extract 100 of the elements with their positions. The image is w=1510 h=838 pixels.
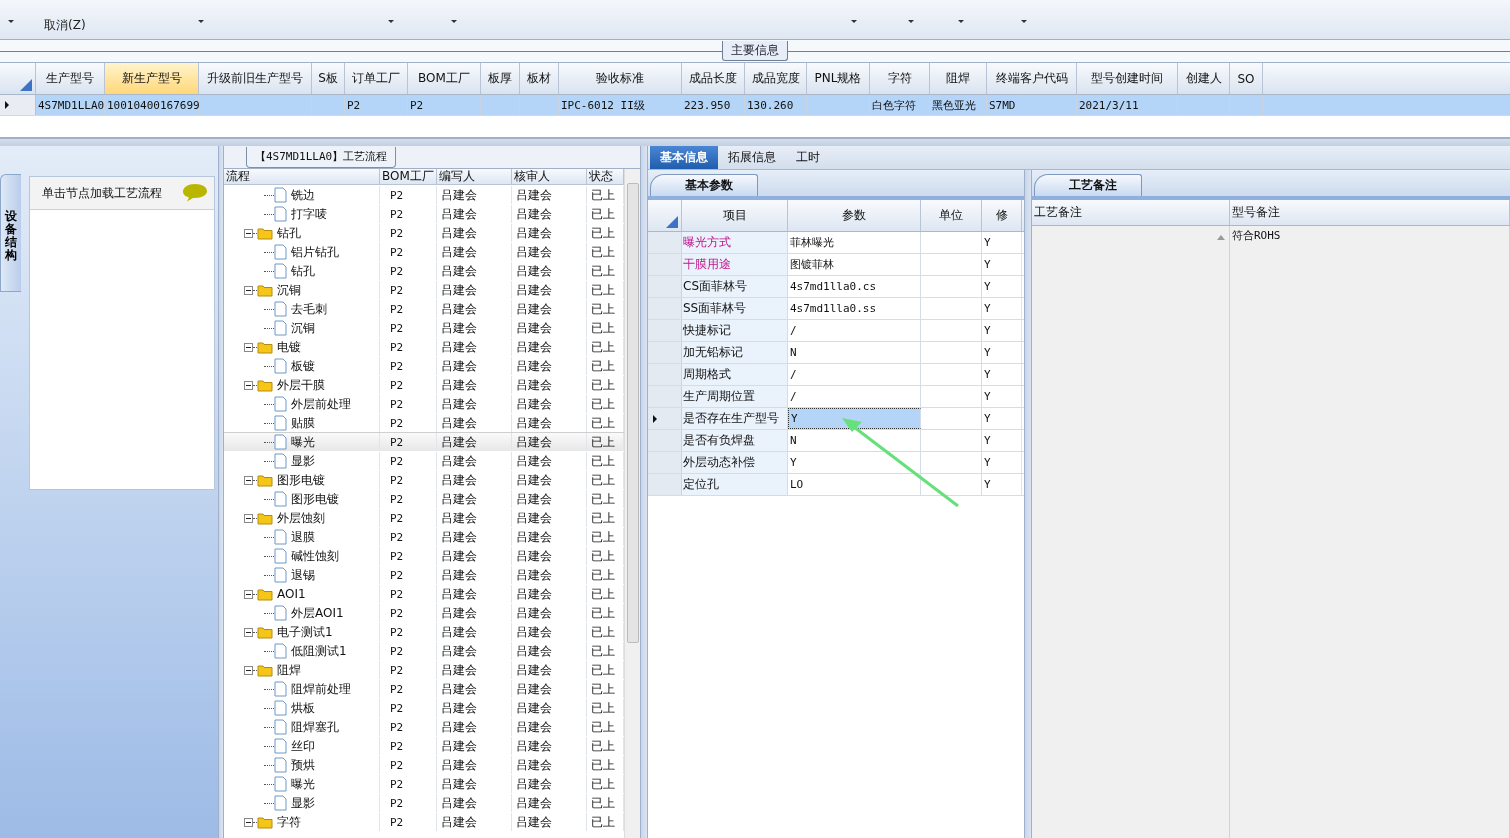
dropdown-caret-icon[interactable] <box>851 20 857 23</box>
table-cell: Y <box>982 430 1022 451</box>
tree-node-label: 钻孔 <box>291 262 315 280</box>
tree-node-label: 烘板 <box>291 699 315 717</box>
tab[interactable]: 基本信息 <box>650 146 718 169</box>
table-cell[interactable]: Y <box>788 408 921 429</box>
document-icon <box>274 415 287 431</box>
column-header[interactable]: 编写人 <box>437 169 512 184</box>
column-header[interactable]: 参数 <box>788 200 921 231</box>
collapse-icon[interactable] <box>244 589 253 599</box>
column-header[interactable]: 成品宽度 <box>745 63 807 94</box>
column-header[interactable]: 创建人 <box>1178 63 1230 94</box>
table-cell: Y <box>982 232 1022 253</box>
column-header[interactable]: 字符 <box>870 63 930 94</box>
dropdown-caret-icon[interactable] <box>908 20 914 23</box>
table-cell[interactable]: 4s7md1lla0.cs <box>788 276 921 297</box>
table-cell[interactable]: 菲林曝光 <box>788 232 921 253</box>
table-cell: 定位孔 <box>682 474 788 495</box>
table-cell[interactable]: 图镀菲林 <box>788 254 921 275</box>
folder-icon <box>257 511 273 525</box>
row-header[interactable] <box>648 408 682 429</box>
collapse-icon[interactable] <box>244 228 253 238</box>
flow-title: 【4S7MD1LLA0】工艺流程 <box>246 147 397 168</box>
column-header[interactable]: S板 <box>312 63 345 94</box>
tree-node-label: 显影 <box>291 452 315 470</box>
tree-node-label: AOI1 <box>277 587 306 601</box>
table-cell: Y <box>982 408 1022 429</box>
scroll-up-icon[interactable] <box>1217 234 1225 240</box>
collapse-icon[interactable] <box>244 285 253 295</box>
sub-tab[interactable]: 工艺备注 <box>1034 174 1142 196</box>
scrollbar[interactable] <box>624 169 640 838</box>
cancel-command[interactable]: 取消(Z) <box>40 17 90 34</box>
tree-node-label: 字符 <box>277 813 301 831</box>
collapse-icon[interactable] <box>244 475 253 485</box>
table-cell: 干膜用途 <box>682 254 788 275</box>
table-cell: P2 <box>408 95 481 115</box>
column-header[interactable]: 终端客户代码 <box>987 63 1077 94</box>
table-cell: 10010400167699 <box>105 95 199 115</box>
table-cell[interactable]: / <box>788 320 921 341</box>
side-tab[interactable]: 设备结构 <box>0 174 21 292</box>
column-header[interactable]: 项目 <box>682 200 788 231</box>
dropdown-caret-icon[interactable] <box>1021 20 1027 23</box>
collapse-icon[interactable] <box>244 627 253 637</box>
collapse-icon[interactable] <box>244 342 253 352</box>
table-cell: Y <box>982 452 1022 473</box>
dropdown-caret-icon[interactable] <box>958 20 964 23</box>
table-cell[interactable]: LO <box>788 474 921 495</box>
document-icon <box>274 491 287 507</box>
sub-tab[interactable]: 基本参数 <box>650 174 758 196</box>
table-cell: 223.950 <box>682 95 745 115</box>
table-cell[interactable]: 4s7md1lla0.ss <box>788 298 921 319</box>
table-cell: P2 <box>380 813 437 831</box>
document-icon <box>274 738 287 754</box>
collapse-icon[interactable] <box>244 817 253 827</box>
tree-node-label: 丝印 <box>291 737 315 755</box>
document-icon <box>274 263 287 279</box>
column-header[interactable]: BOM工厂 <box>380 169 437 184</box>
tree-node-label: 低阻测试1 <box>291 642 347 660</box>
tree-row[interactable]: 曝光 P2 吕建会 吕建会 已上 <box>224 432 624 451</box>
column-header[interactable]: SO <box>1230 63 1263 94</box>
table-cell[interactable]: / <box>788 386 921 407</box>
collapse-icon[interactable] <box>244 380 253 390</box>
collapse-icon[interactable] <box>244 513 253 523</box>
table-cell[interactable]: Y <box>788 452 921 473</box>
dropdown-caret-icon[interactable] <box>388 20 394 23</box>
column-header[interactable]: 订单工厂 <box>345 63 408 94</box>
document-icon <box>274 643 287 659</box>
column-header[interactable]: 阻焊 <box>930 63 987 94</box>
column-header[interactable]: 单位 <box>921 200 982 231</box>
column-header[interactable]: PNL规格 <box>807 63 870 94</box>
column-header[interactable]: 新生产型号 <box>105 63 199 94</box>
dropdown-caret-icon[interactable] <box>451 20 457 23</box>
row-header[interactable] <box>0 95 36 115</box>
folder-icon <box>257 587 273 601</box>
table-cell[interactable]: N <box>788 342 921 363</box>
table-cell[interactable]: / <box>788 364 921 385</box>
tab[interactable]: 拓展信息 <box>718 146 786 169</box>
column-header[interactable]: 流程 <box>224 169 380 184</box>
data-row[interactable]: 4S7MD1LLA0 10010400167699 P2 P2 IPC-6012 II级 223.950 130.260 白色字符 黑色亚光 S7MD 2021/3/11 <box>0 95 1510 116</box>
table-cell: Y <box>982 364 1022 385</box>
dropdown-caret-icon[interactable] <box>8 20 14 23</box>
tab[interactable]: 工时 <box>786 146 830 169</box>
tree-node-label: 铝片钻孔 <box>291 243 339 261</box>
tree-node-label: 去毛刺 <box>291 300 327 318</box>
dropdown-caret-icon[interactable] <box>198 20 204 23</box>
column-header[interactable]: 修 <box>982 200 1022 231</box>
column-header[interactable]: BOM工厂 <box>408 63 481 94</box>
column-header[interactable]: 板材 <box>520 63 559 94</box>
column-header[interactable]: 成品长度 <box>682 63 745 94</box>
column-header[interactable]: 板厚 <box>481 63 520 94</box>
tree-node-label: 钻孔 <box>277 224 301 242</box>
column-header[interactable]: 验收标准 <box>559 63 682 94</box>
table-cell: 快捷标记 <box>682 320 788 341</box>
collapse-icon[interactable] <box>244 665 253 675</box>
column-header[interactable]: 核审人 <box>512 169 587 184</box>
document-icon <box>274 757 287 773</box>
scroll-thumb[interactable] <box>626 183 639 643</box>
tree-node-label: 图形电镀 <box>277 471 325 489</box>
column-header[interactable]: 型号创建时间 <box>1077 63 1178 94</box>
column-header[interactable]: 升级前旧生产型号 <box>199 63 312 94</box>
